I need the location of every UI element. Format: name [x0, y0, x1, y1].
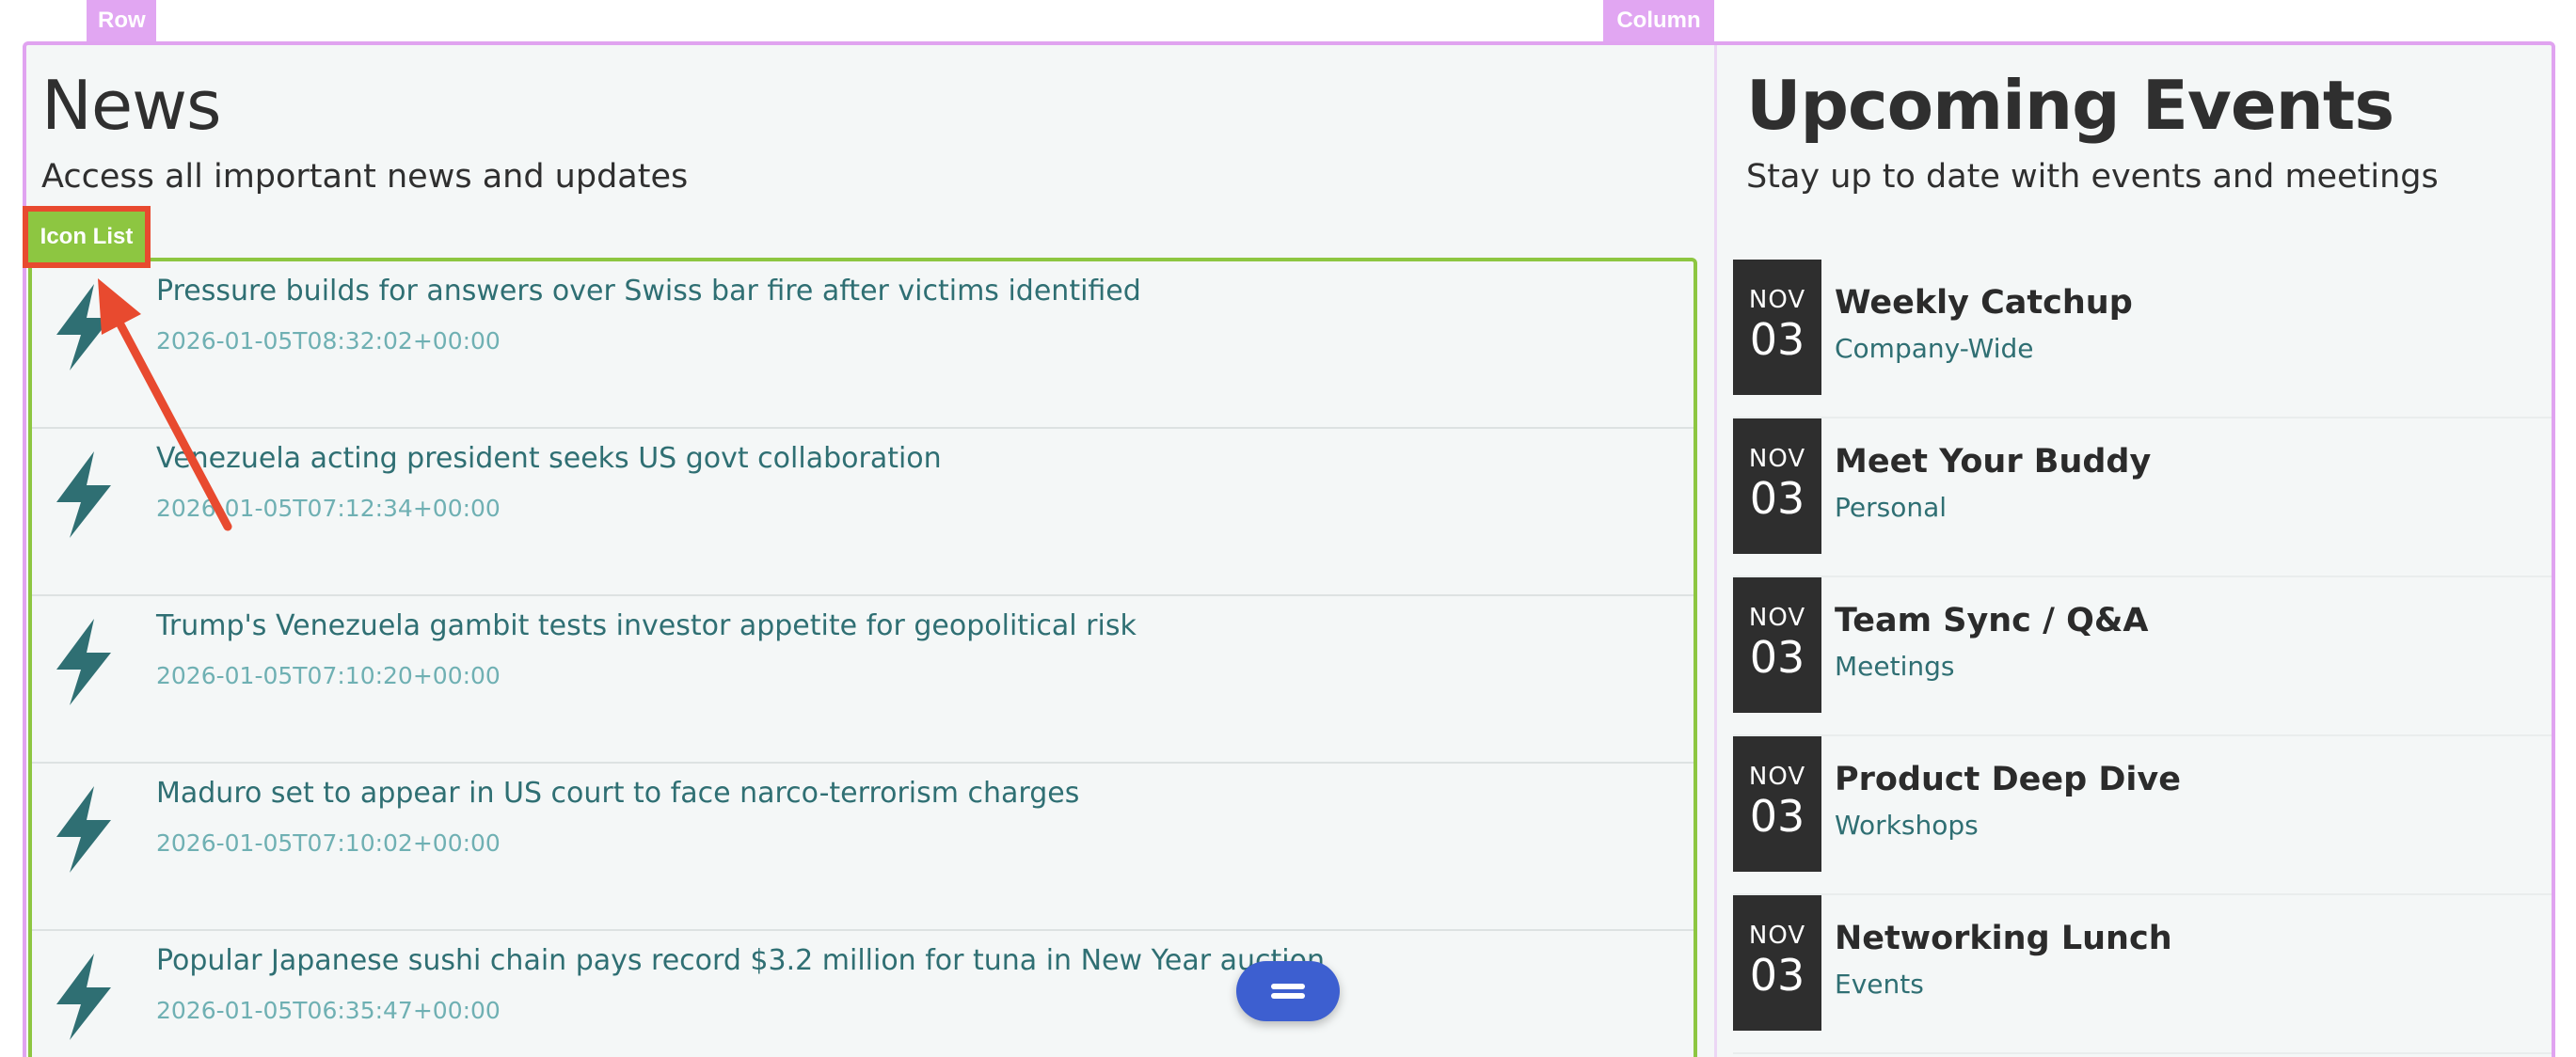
news-list-item[interactable]: Maduro set to appear in US court to face… [32, 764, 1693, 931]
news-timestamp: 2026-01-05T07:10:02+00:00 [156, 829, 501, 857]
events-title: Upcoming Events [1746, 66, 2394, 145]
event-name[interactable]: Weekly Catchup [1835, 284, 2133, 322]
news-headline[interactable]: Trump's Venezuela gambit tests investor … [156, 609, 1137, 642]
icon-list-widget[interactable]: Pressure builds for answers over Swiss b… [28, 258, 1697, 1057]
event-date-badge: NOV 03 [1733, 577, 1821, 713]
news-headline[interactable]: Venezuela acting president seeks US govt… [156, 442, 942, 475]
lightning-bolt-icon [56, 619, 111, 705]
event-day: 03 [1749, 632, 1805, 683]
column-tag[interactable]: Column [1603, 0, 1714, 41]
annotation-arrow-icon [98, 278, 232, 531]
event-month: NOV [1748, 763, 1806, 791]
row-tag[interactable]: Row [87, 0, 156, 41]
events-subtitle: Stay up to date with events and meetings [1746, 158, 2439, 196]
event-date-badge: NOV 03 [1733, 736, 1821, 872]
event-item[interactable]: NOV 03 Team Sync / Q&A Meetings [1733, 577, 2552, 736]
news-title: News [41, 66, 222, 145]
news-timestamp: 2026-01-05T06:35:47+00:00 [156, 997, 501, 1024]
event-item[interactable]: NOV 03 Meet Your Buddy Personal [1733, 418, 2552, 577]
event-day: 03 [1749, 473, 1805, 524]
column-divider [1714, 45, 1717, 1057]
news-headline[interactable]: Popular Japanese sushi chain pays record… [156, 944, 1325, 977]
event-name[interactable]: Networking Lunch [1835, 920, 2172, 957]
hamburger-icon [1271, 980, 1305, 1002]
news-headline[interactable]: Pressure builds for answers over Swiss b… [156, 275, 1141, 308]
event-category: Workshops [1835, 810, 1979, 841]
event-category: Company-Wide [1835, 333, 2034, 364]
news-headline[interactable]: Maduro set to appear in US court to face… [156, 777, 1079, 810]
event-date-badge: NOV 03 [1733, 418, 1821, 554]
news-list-item[interactable]: Trump's Venezuela gambit tests investor … [32, 596, 1693, 764]
event-month: NOV [1748, 604, 1806, 632]
news-subtitle: Access all important news and updates [41, 158, 689, 196]
event-name[interactable]: Product Deep Dive [1835, 761, 2181, 798]
event-month: NOV [1748, 286, 1806, 314]
news-list-item[interactable]: Venezuela acting president seeks US govt… [32, 429, 1693, 596]
event-item[interactable]: NOV 03 Product Deep Dive Workshops [1733, 736, 2552, 895]
lightning-bolt-icon [56, 954, 111, 1040]
event-month: NOV [1748, 445, 1806, 473]
events-list: NOV 03 Weekly Catchup Company-Wide NOV 0… [1733, 260, 2552, 1054]
icon-list-tag[interactable]: Icon List [23, 206, 151, 268]
event-day: 03 [1749, 950, 1805, 1001]
event-date-badge: NOV 03 [1733, 260, 1821, 395]
event-item[interactable]: NOV 03 Networking Lunch Events [1733, 895, 2552, 1054]
event-date-badge: NOV 03 [1733, 895, 1821, 1031]
event-name[interactable]: Team Sync / Q&A [1835, 602, 2148, 639]
news-list-item[interactable]: Pressure builds for answers over Swiss b… [32, 261, 1693, 429]
news-timestamp: 2026-01-05T07:10:20+00:00 [156, 662, 501, 689]
event-name[interactable]: Meet Your Buddy [1835, 443, 2151, 481]
event-day: 03 [1749, 314, 1805, 365]
menu-fab-button[interactable] [1236, 961, 1340, 1021]
news-list-item[interactable]: Popular Japanese sushi chain pays record… [32, 931, 1693, 1057]
event-category: Events [1835, 969, 1924, 1000]
event-day: 03 [1749, 791, 1805, 842]
event-month: NOV [1748, 922, 1806, 950]
event-item[interactable]: NOV 03 Weekly Catchup Company-Wide [1733, 260, 2552, 418]
lightning-bolt-icon [56, 786, 111, 873]
event-category: Meetings [1835, 651, 1955, 682]
event-category: Personal [1835, 492, 1948, 523]
